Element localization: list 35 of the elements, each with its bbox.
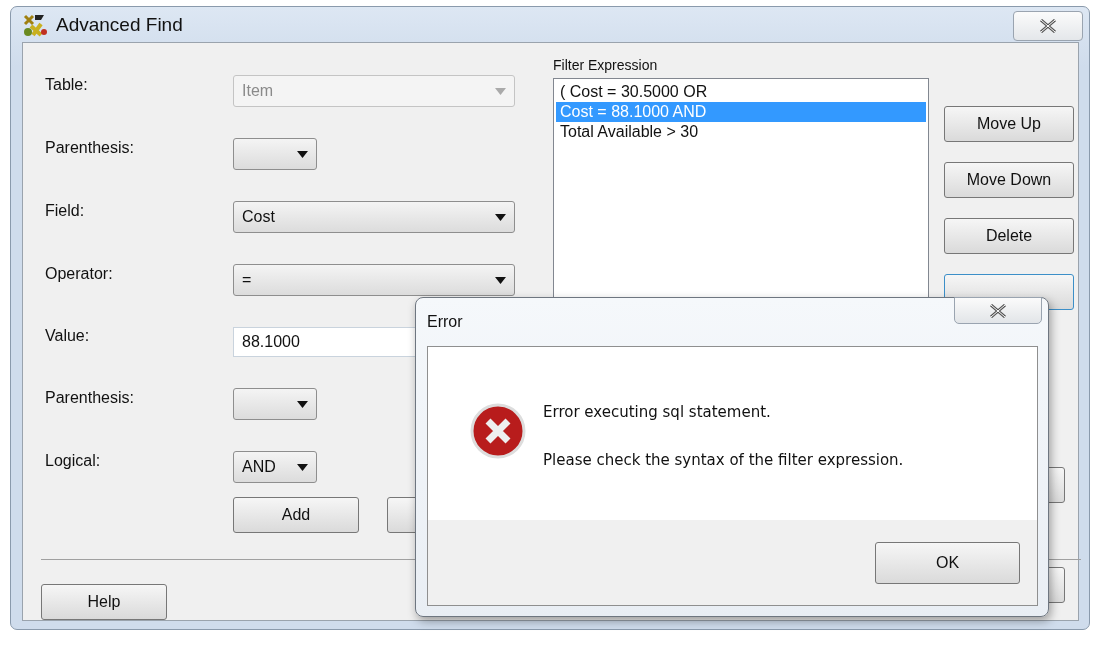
side-button[interactable]: Move Up [944, 106, 1074, 142]
dropdown-arrow-icon [495, 213, 506, 221]
field-label: Operator: [45, 264, 114, 284]
close-button[interactable] [1013, 11, 1083, 41]
dropdown-field[interactable]: AND [233, 451, 317, 483]
side-button[interactable]: Delete [944, 218, 1074, 254]
side-button[interactable]: Move Down [944, 162, 1074, 198]
list-item[interactable]: Total Available > 30 [556, 122, 926, 142]
field-label: Field: [45, 201, 86, 221]
field-label: Logical: [45, 451, 102, 471]
dropdown-arrow-icon [495, 276, 506, 284]
field-label: Parenthesis: [45, 388, 135, 408]
dropdown-arrow-icon [297, 400, 308, 408]
list-item[interactable]: ( Cost = 30.5000 OR [556, 82, 926, 102]
close-icon [1037, 19, 1059, 33]
close-icon [987, 303, 1009, 318]
dropdown-field[interactable] [233, 388, 317, 420]
field-label: Value: [45, 326, 91, 346]
list-label: Filter Expression [553, 57, 659, 73]
close-button[interactable] [954, 297, 1042, 324]
dropdown-field[interactable]: Cost [233, 201, 515, 233]
window-title: Advanced Find [56, 13, 183, 36]
dropdown-field[interactable] [233, 138, 317, 170]
help-button[interactable]: Help [41, 584, 167, 620]
dropdown-field[interactable]: = [233, 264, 515, 296]
field-label: Table: [45, 75, 89, 95]
error-message: Please check the syntax of the filter expression. [543, 451, 904, 469]
dropdown-arrow-icon [297, 463, 308, 471]
dropdown-arrow-icon [297, 150, 308, 158]
ok-button[interactable]: OK [875, 542, 1020, 584]
add-button[interactable]: Add [233, 497, 359, 533]
field-label: Parenthesis: [45, 138, 135, 158]
error-message: Error executing sql statement. [543, 403, 772, 421]
dropdown-arrow-icon [495, 87, 506, 95]
error-icon [470, 403, 526, 459]
